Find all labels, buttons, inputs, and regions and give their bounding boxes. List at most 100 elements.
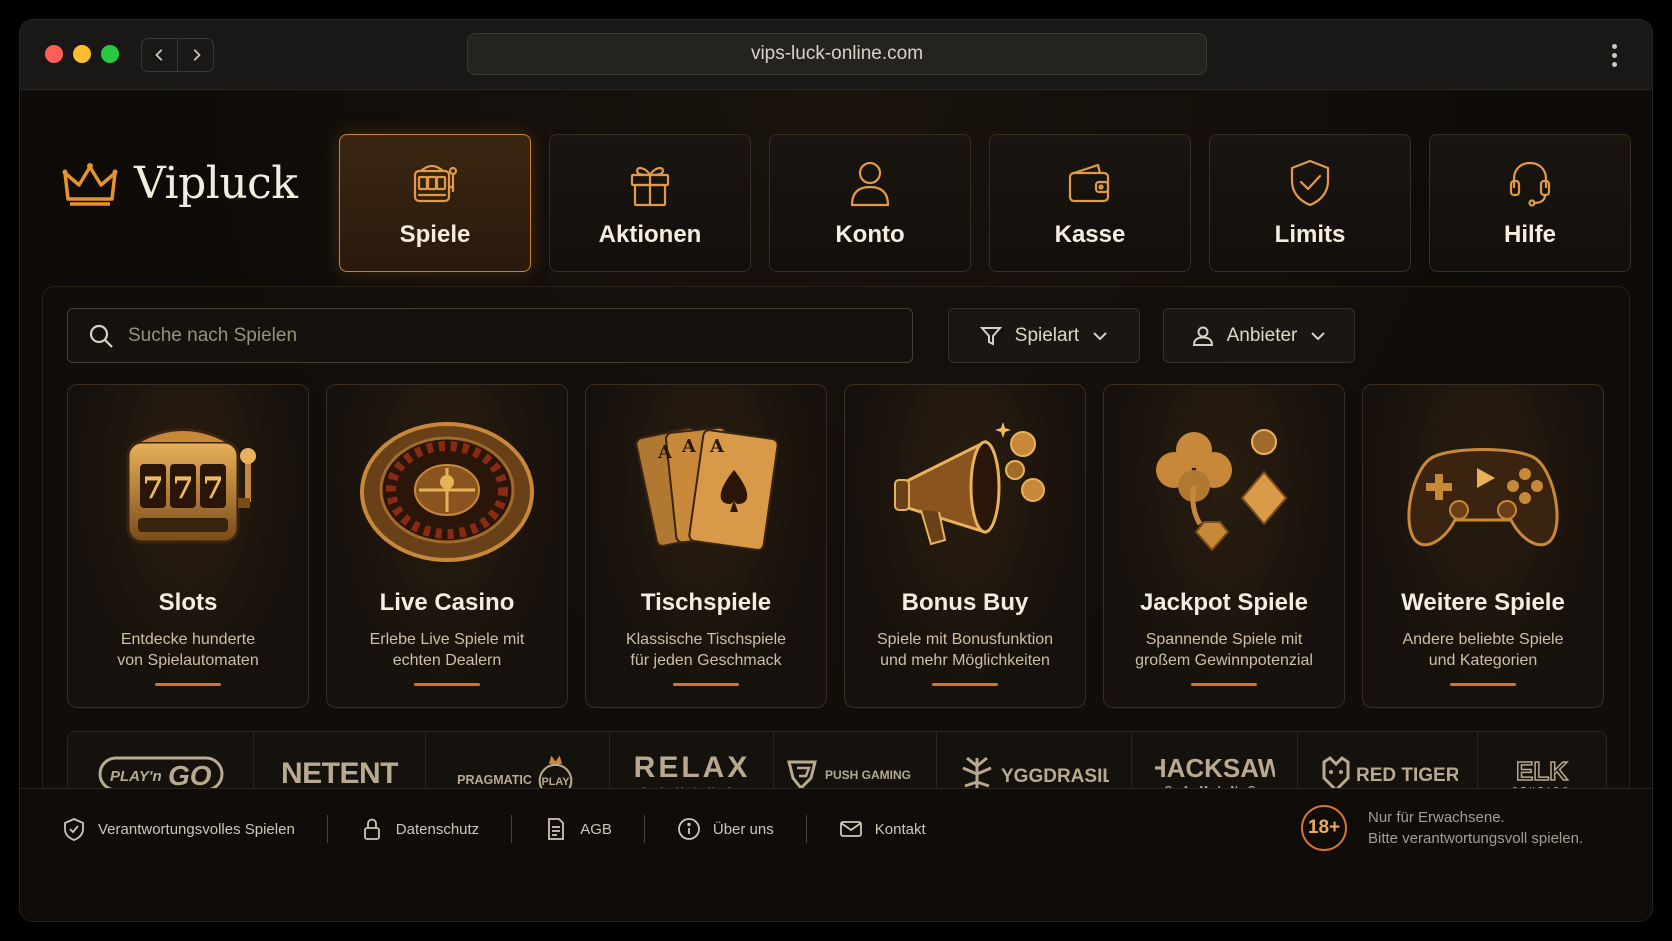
nav-aktionen[interactable]: Aktionen bbox=[549, 134, 751, 272]
forward-button[interactable] bbox=[177, 39, 213, 71]
svg-text:PRAGMATIC: PRAGMATIC bbox=[457, 773, 532, 787]
accent-bar bbox=[1450, 683, 1516, 686]
footer-link-label: Über uns bbox=[712, 820, 774, 838]
page-content: Vipluck Spiele Aktionen Konto Kasse Limi… bbox=[20, 90, 1652, 860]
nav-label: Hilfe bbox=[1503, 221, 1556, 248]
divider bbox=[511, 815, 513, 843]
accent-bar bbox=[1191, 683, 1257, 686]
accent-bar bbox=[932, 683, 998, 686]
svg-text:7: 7 bbox=[143, 471, 164, 506]
game-title: Tischspiele bbox=[640, 589, 772, 616]
game-description: Andere beliebte Spiele und Kategorien bbox=[1402, 631, 1564, 669]
game-title: Weitere Spiele bbox=[1401, 589, 1565, 616]
crown-icon bbox=[62, 162, 118, 206]
accent-bar bbox=[155, 683, 221, 686]
search-input[interactable] bbox=[128, 324, 912, 347]
accent-bar bbox=[673, 683, 739, 686]
provider-filter-label: Anbieter bbox=[1226, 324, 1298, 346]
svg-text:RED TIGER: RED TIGER bbox=[1356, 765, 1458, 786]
close-window-button[interactable] bbox=[45, 45, 63, 63]
user-icon bbox=[850, 161, 890, 207]
svg-text:PUSH GAMING: PUSH GAMING bbox=[825, 768, 911, 782]
shield-check-icon bbox=[1290, 159, 1330, 207]
game-title: Bonus Buy bbox=[901, 589, 1029, 616]
svg-text:PLAY'n: PLAY'n bbox=[110, 768, 162, 785]
game-description: Erlebe Live Spiele mit echten Dealern bbox=[369, 631, 525, 669]
nav-hilfe[interactable]: Hilfe bbox=[1429, 134, 1631, 272]
footer-links: Verantwortungsvolles Spielen Datenschutz… bbox=[62, 789, 926, 869]
games-panel: Spielart Anbieter bbox=[42, 286, 1630, 839]
back-button[interactable] bbox=[142, 39, 177, 71]
game-type-filter-label: Spielart bbox=[1014, 324, 1080, 346]
search-box[interactable] bbox=[67, 308, 913, 363]
brand-logo[interactable]: Vipluck bbox=[62, 158, 298, 209]
game-type-filter[interactable]: Spielart bbox=[948, 308, 1140, 363]
nav-label: Limits bbox=[1274, 221, 1346, 248]
nav-label: Spiele bbox=[399, 221, 471, 248]
document-icon bbox=[548, 818, 565, 840]
footer-link-terms[interactable]: AGB bbox=[544, 817, 612, 841]
gamepad-icon bbox=[1407, 448, 1559, 547]
provider-filter[interactable]: Anbieter bbox=[1163, 308, 1355, 363]
age-badge: 18+ bbox=[1301, 805, 1347, 851]
footer-link-responsible-gaming[interactable]: Verantwortungsvolles Spielen bbox=[62, 817, 295, 841]
svg-text:A: A bbox=[681, 436, 697, 457]
megaphone-icon bbox=[894, 422, 1045, 546]
footer-link-label: AGB bbox=[580, 820, 612, 838]
info-icon bbox=[677, 818, 700, 840]
game-card-tischspiele[interactable]: A A A Tischspiele Klassische Tischspiele… bbox=[585, 384, 827, 708]
game-title: Live Casino bbox=[379, 589, 515, 616]
game-description: Klassische Tischspiele für jeden Geschmac… bbox=[625, 631, 787, 669]
nav-kasse[interactable]: Kasse bbox=[989, 134, 1191, 272]
nav-label: Kasse bbox=[1054, 221, 1126, 248]
nav-label: Aktionen bbox=[598, 221, 702, 248]
svg-text:YGGDRASIL: YGGDRASIL bbox=[1001, 766, 1109, 787]
browser-titlebar: vips-luck-online.com bbox=[20, 20, 1652, 90]
accent-bar bbox=[414, 683, 480, 686]
wallet-icon bbox=[1068, 163, 1110, 203]
roulette-icon bbox=[360, 422, 534, 562]
game-card-jackpot-spiele[interactable]: Jackpot Spiele Spannende Spiele mit große… bbox=[1103, 384, 1345, 708]
svg-text:7: 7 bbox=[203, 471, 224, 506]
footer-link-label: Kontakt bbox=[874, 820, 926, 838]
footer-link-contact[interactable]: Kontakt bbox=[839, 817, 926, 841]
headset-icon bbox=[1509, 161, 1551, 207]
history-nav bbox=[141, 38, 214, 72]
nav-label: Konto bbox=[835, 221, 905, 248]
footer-link-about[interactable]: Über uns bbox=[677, 817, 774, 841]
svg-text:RELAX: RELAX bbox=[633, 751, 750, 784]
minimize-window-button[interactable] bbox=[73, 45, 91, 63]
nav-spiele[interactable]: Spiele bbox=[339, 134, 531, 272]
divider bbox=[805, 815, 807, 843]
divider bbox=[326, 815, 328, 843]
chevron-left-icon bbox=[154, 49, 162, 61]
game-card-slots[interactable]: 7 7 7 Slots Entdecke hunderte von Spielau… bbox=[67, 384, 309, 708]
svg-text:7: 7 bbox=[173, 471, 194, 506]
footer-link-label: Verantwortungsvolles Spielen bbox=[98, 820, 295, 838]
maximize-window-button[interactable] bbox=[101, 45, 119, 63]
nav-limits[interactable]: Limits bbox=[1209, 134, 1411, 272]
game-categories: 7 7 7 Slots Entdecke hunderte von Spielau… bbox=[67, 384, 1604, 708]
url-bar[interactable]: vips-luck-online.com bbox=[467, 33, 1207, 75]
playing-cards-icon: A A A bbox=[635, 426, 779, 551]
lock-icon bbox=[363, 818, 380, 840]
kebab-icon bbox=[1612, 44, 1617, 49]
footer-link-label: Datenschutz bbox=[395, 820, 480, 838]
more-menu-button[interactable] bbox=[1612, 44, 1618, 68]
svg-text:A: A bbox=[709, 436, 725, 457]
slot-machine-icon bbox=[413, 164, 458, 203]
slot-machine-icon: 7 7 7 bbox=[126, 428, 256, 544]
svg-text:HACKSAW: HACKSAW bbox=[1155, 753, 1275, 783]
nav-konto[interactable]: Konto bbox=[769, 134, 971, 272]
chevron-right-icon bbox=[193, 49, 201, 61]
provider-name: NETENT bbox=[281, 756, 399, 790]
search-icon bbox=[89, 324, 113, 348]
mail-icon bbox=[839, 821, 862, 837]
url-text: vips-luck-online.com bbox=[750, 43, 924, 64]
game-card-live-casino[interactable]: Live Casino Erlebe Live Spiele mit echten… bbox=[326, 384, 568, 708]
clover-diamond-icon bbox=[1156, 429, 1288, 552]
game-card-weitere-spiele[interactable]: Weitere Spiele Andere beliebte Spiele und… bbox=[1362, 384, 1604, 708]
game-card-bonus-buy[interactable]: Bonus Buy Spiele mit Bonusfunktion und me… bbox=[844, 384, 1086, 708]
footer-link-privacy[interactable]: Datenschutz bbox=[360, 817, 479, 841]
game-description: Entdecke hunderte von Spielautomaten bbox=[117, 631, 259, 669]
